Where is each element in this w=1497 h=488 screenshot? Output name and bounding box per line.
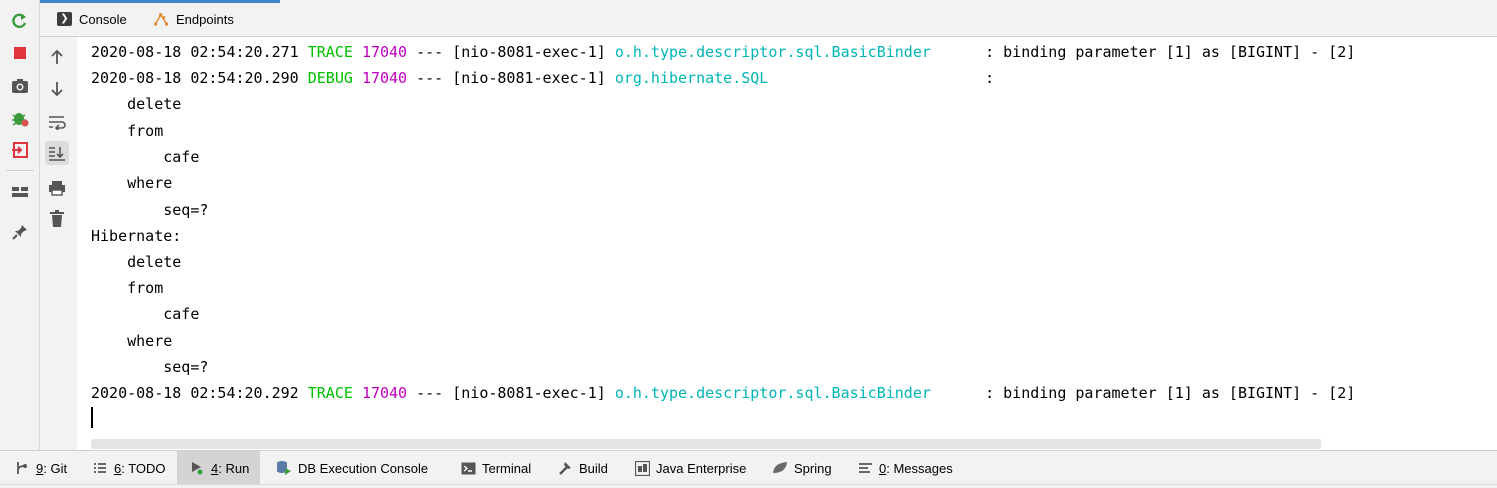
exit-icon[interactable] bbox=[8, 138, 32, 162]
text-caret bbox=[91, 407, 93, 428]
tool-window-tabs: ❯ Console Endpoints bbox=[40, 0, 1497, 37]
build-icon bbox=[557, 460, 573, 476]
tab-console[interactable]: ❯ Console bbox=[57, 8, 127, 30]
java-enterprise-tool-button[interactable]: Java Enterprise bbox=[634, 451, 746, 485]
log-line: 2020-08-18 02:54:20.292 TRACE 17040 --- … bbox=[91, 384, 1356, 402]
sql-line: seq=? bbox=[91, 358, 209, 376]
run-toolbar bbox=[0, 0, 40, 450]
todo-icon bbox=[92, 460, 108, 476]
todo-label: : TODO bbox=[121, 460, 166, 476]
java-enterprise-label: Java Enterprise bbox=[656, 460, 747, 476]
java-enterprise-icon bbox=[634, 460, 650, 476]
terminal-icon bbox=[460, 460, 476, 476]
log-line: 2020-08-18 02:54:20.271 TRACE 17040 --- … bbox=[91, 43, 1356, 61]
console-icon: ❯ bbox=[57, 12, 72, 27]
bottom-tool-bar: 9: Git 6: TODO 4: Run DB Execution Conso… bbox=[0, 450, 1497, 485]
pin-icon[interactable] bbox=[8, 220, 32, 244]
sql-line: seq=? bbox=[91, 201, 209, 219]
stop-icon[interactable] bbox=[8, 41, 32, 65]
console-output[interactable]: 2020-08-18 02:54:20.271 TRACE 17040 --- … bbox=[77, 37, 1497, 450]
git-icon bbox=[14, 460, 30, 476]
sql-line: where bbox=[91, 332, 173, 350]
run-label: : Run bbox=[218, 460, 250, 476]
tab-console-label: Console bbox=[79, 11, 127, 27]
print-icon[interactable] bbox=[45, 176, 69, 200]
camera-icon[interactable] bbox=[8, 74, 32, 98]
sql-line: cafe bbox=[91, 305, 200, 323]
sql-line: delete bbox=[91, 95, 182, 113]
sql-line: cafe bbox=[91, 148, 200, 166]
sql-line: from bbox=[91, 122, 164, 140]
scroll-to-end-icon[interactable] bbox=[45, 141, 69, 165]
db-console-tool-button[interactable]: DB Execution Console bbox=[276, 451, 428, 485]
tab-endpoints[interactable]: Endpoints bbox=[154, 8, 234, 30]
status-bar bbox=[0, 484, 1497, 488]
messages-label: : Messages bbox=[886, 460, 953, 476]
terminal-tool-button[interactable]: Terminal bbox=[460, 451, 531, 485]
build-label: Build bbox=[579, 460, 608, 476]
terminal-label: Terminal bbox=[482, 460, 532, 476]
spring-tool-button[interactable]: Spring bbox=[772, 451, 832, 485]
build-tool-button[interactable]: Build bbox=[557, 451, 608, 485]
rerun-icon[interactable] bbox=[8, 9, 32, 33]
tab-endpoints-label: Endpoints bbox=[176, 11, 234, 27]
run-icon bbox=[189, 460, 205, 476]
up-arrow-icon[interactable] bbox=[45, 45, 69, 69]
todo-tool-button[interactable]: 6: TODO bbox=[92, 451, 166, 485]
hibernate-label: Hibernate: bbox=[91, 227, 182, 245]
run-tool-button[interactable]: 4: Run bbox=[177, 451, 260, 485]
console-toolbar bbox=[40, 37, 77, 450]
db-console-label: DB Execution Console bbox=[298, 460, 429, 476]
sql-line: delete bbox=[91, 253, 182, 271]
git-label: : Git bbox=[43, 460, 68, 476]
git-tool-button[interactable]: 9: Git bbox=[14, 451, 67, 485]
debug-bug-icon[interactable] bbox=[8, 106, 32, 130]
soft-wrap-icon[interactable] bbox=[45, 110, 69, 134]
horizontal-scrollbar[interactable] bbox=[91, 439, 1321, 449]
messages-tool-button[interactable]: 0: Messages bbox=[857, 451, 953, 485]
sql-line: where bbox=[91, 174, 173, 192]
spring-label: Spring bbox=[794, 460, 832, 476]
endpoints-icon bbox=[154, 12, 169, 27]
trash-icon[interactable] bbox=[45, 207, 69, 231]
layout-icon[interactable] bbox=[8, 180, 32, 204]
spring-icon bbox=[772, 460, 788, 476]
sql-line: from bbox=[91, 279, 164, 297]
down-arrow-icon[interactable] bbox=[45, 77, 69, 101]
toolbar-separator bbox=[6, 170, 34, 171]
db-console-icon bbox=[276, 460, 292, 476]
active-tab-indicator bbox=[40, 0, 280, 3]
log-line: 2020-08-18 02:54:20.290 DEBUG 17040 --- … bbox=[91, 69, 995, 87]
messages-icon bbox=[857, 460, 873, 476]
